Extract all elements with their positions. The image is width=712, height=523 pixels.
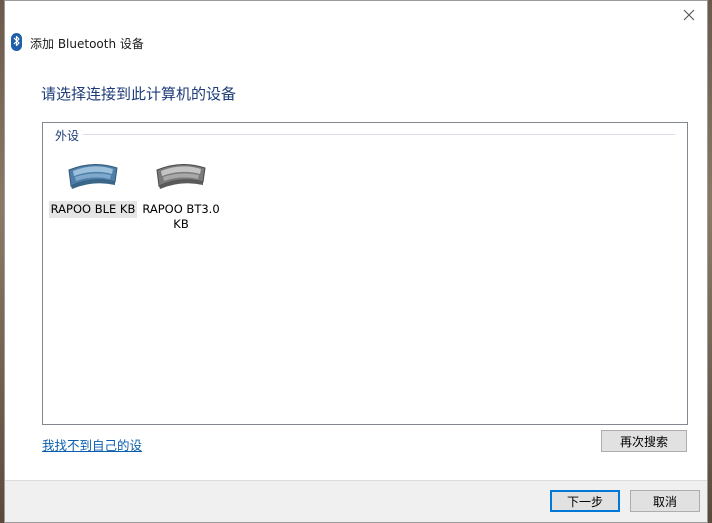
footer-bar: 下一步 取消	[5, 480, 707, 522]
group-divider	[83, 134, 675, 135]
device-item-rapoo-ble-kb[interactable]: RAPOO BLE KB	[47, 151, 139, 218]
close-button[interactable]	[677, 5, 701, 25]
title-bar: 添加 Bluetooth 设备	[5, 1, 707, 57]
group-label-peripherals: 外设	[55, 129, 80, 143]
window-title: 添加 Bluetooth 设备	[30, 37, 144, 51]
add-bluetooth-device-dialog: 添加 Bluetooth 设备 请选择连接到此计算机的设备 外设 RAPOO B…	[4, 0, 708, 523]
device-name: RAPOO BLE KB	[48, 201, 138, 218]
keyboard-icon	[47, 151, 139, 197]
close-icon	[683, 9, 695, 21]
keyboard-icon	[135, 151, 227, 197]
bluetooth-icon	[11, 33, 22, 51]
device-item-rapoo-bt30-kb[interactable]: RAPOO BT3.0 KB	[135, 151, 227, 233]
device-list: 外设 RAPOO BLE KB RAPOO BT3.0 KB	[42, 122, 688, 425]
page-heading: 请选择连接到此计算机的设备	[41, 85, 237, 103]
search-again-button[interactable]: 再次搜索	[601, 430, 687, 452]
cancel-button[interactable]: 取消	[630, 490, 700, 512]
next-button[interactable]: 下一步	[550, 490, 620, 512]
device-name: RAPOO BT3.0 KB	[142, 202, 220, 231]
cant-find-device-link[interactable]: 我找不到自己的设	[42, 435, 142, 454]
